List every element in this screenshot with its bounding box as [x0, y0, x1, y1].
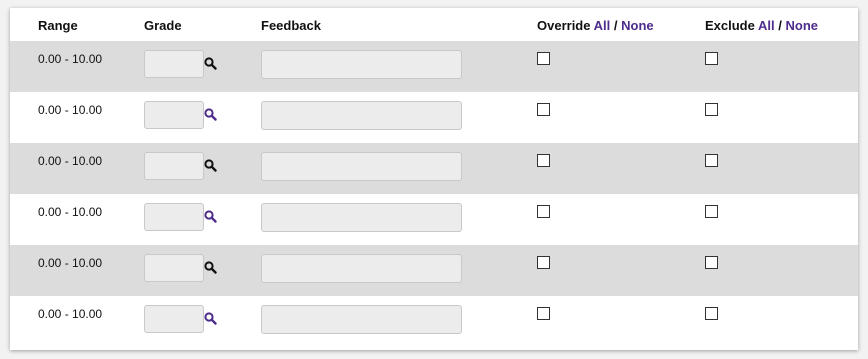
- grade-input[interactable]: [144, 50, 204, 78]
- range-value: 0.00 - 10.00: [38, 256, 103, 270]
- exclude-select-none-link[interactable]: None: [786, 18, 819, 33]
- exclude-select-all-link[interactable]: All: [758, 18, 775, 33]
- override-checkbox[interactable]: [537, 256, 550, 269]
- exclude-label: Exclude: [705, 18, 755, 33]
- feedback-input[interactable]: [261, 101, 462, 130]
- override-checkbox[interactable]: [537, 154, 550, 167]
- feedback-column-header: Feedback: [261, 18, 321, 33]
- exclude-checkbox[interactable]: [705, 205, 718, 218]
- search-icon[interactable]: [204, 210, 217, 223]
- table-row: 0.00 - 10.00: [10, 296, 858, 347]
- feedback-input[interactable]: [261, 305, 462, 334]
- grade-input[interactable]: [144, 101, 204, 129]
- grade-input[interactable]: [144, 203, 204, 231]
- table-row: 0.00 - 10.00: [10, 245, 858, 296]
- exclude-column-header: Exclude All / None: [705, 18, 818, 33]
- search-icon[interactable]: [204, 159, 217, 172]
- range-value: 0.00 - 10.00: [38, 307, 103, 321]
- feedback-input[interactable]: [261, 152, 462, 181]
- range-value: 0.00 - 10.00: [38, 205, 103, 219]
- grade-input[interactable]: [144, 305, 204, 333]
- search-icon[interactable]: [204, 312, 217, 325]
- override-checkbox[interactable]: [537, 205, 550, 218]
- grade-table: Range Grade Feedback Override All / None…: [10, 8, 858, 350]
- search-icon[interactable]: [204, 261, 217, 274]
- override-select-none-link[interactable]: None: [621, 18, 654, 33]
- table-header: Range Grade Feedback Override All / None…: [10, 8, 858, 41]
- grade-column-header: Grade: [144, 18, 182, 33]
- range-value: 0.00 - 10.00: [38, 52, 103, 66]
- override-label: Override: [537, 18, 591, 33]
- table-row: 0.00 - 10.00: [10, 92, 858, 143]
- override-checkbox[interactable]: [537, 52, 550, 65]
- exclude-separator: /: [778, 18, 782, 33]
- table-row: 0.00 - 10.00: [10, 194, 858, 245]
- search-icon[interactable]: [204, 57, 217, 70]
- override-separator: /: [613, 18, 618, 33]
- override-checkbox[interactable]: [537, 307, 550, 320]
- exclude-checkbox[interactable]: [705, 154, 718, 167]
- exclude-checkbox[interactable]: [705, 52, 718, 65]
- feedback-input[interactable]: [261, 50, 462, 79]
- grade-input[interactable]: [144, 254, 204, 282]
- feedback-input[interactable]: [261, 254, 462, 283]
- feedback-input[interactable]: [261, 203, 462, 232]
- range-value: 0.00 - 10.00: [38, 154, 103, 168]
- exclude-checkbox[interactable]: [705, 256, 718, 269]
- override-column-header: Override All / None: [537, 18, 654, 33]
- exclude-checkbox[interactable]: [705, 103, 718, 116]
- override-checkbox[interactable]: [537, 103, 550, 116]
- search-icon[interactable]: [204, 108, 217, 121]
- table-row: 0.00 - 10.00: [10, 143, 858, 194]
- override-select-all-link[interactable]: All: [594, 18, 611, 33]
- grade-input[interactable]: [144, 152, 204, 180]
- range-value: 0.00 - 10.00: [38, 103, 103, 117]
- range-column-header: Range: [38, 18, 78, 33]
- table-row: 0.00 - 10.00: [10, 41, 858, 92]
- exclude-checkbox[interactable]: [705, 307, 718, 320]
